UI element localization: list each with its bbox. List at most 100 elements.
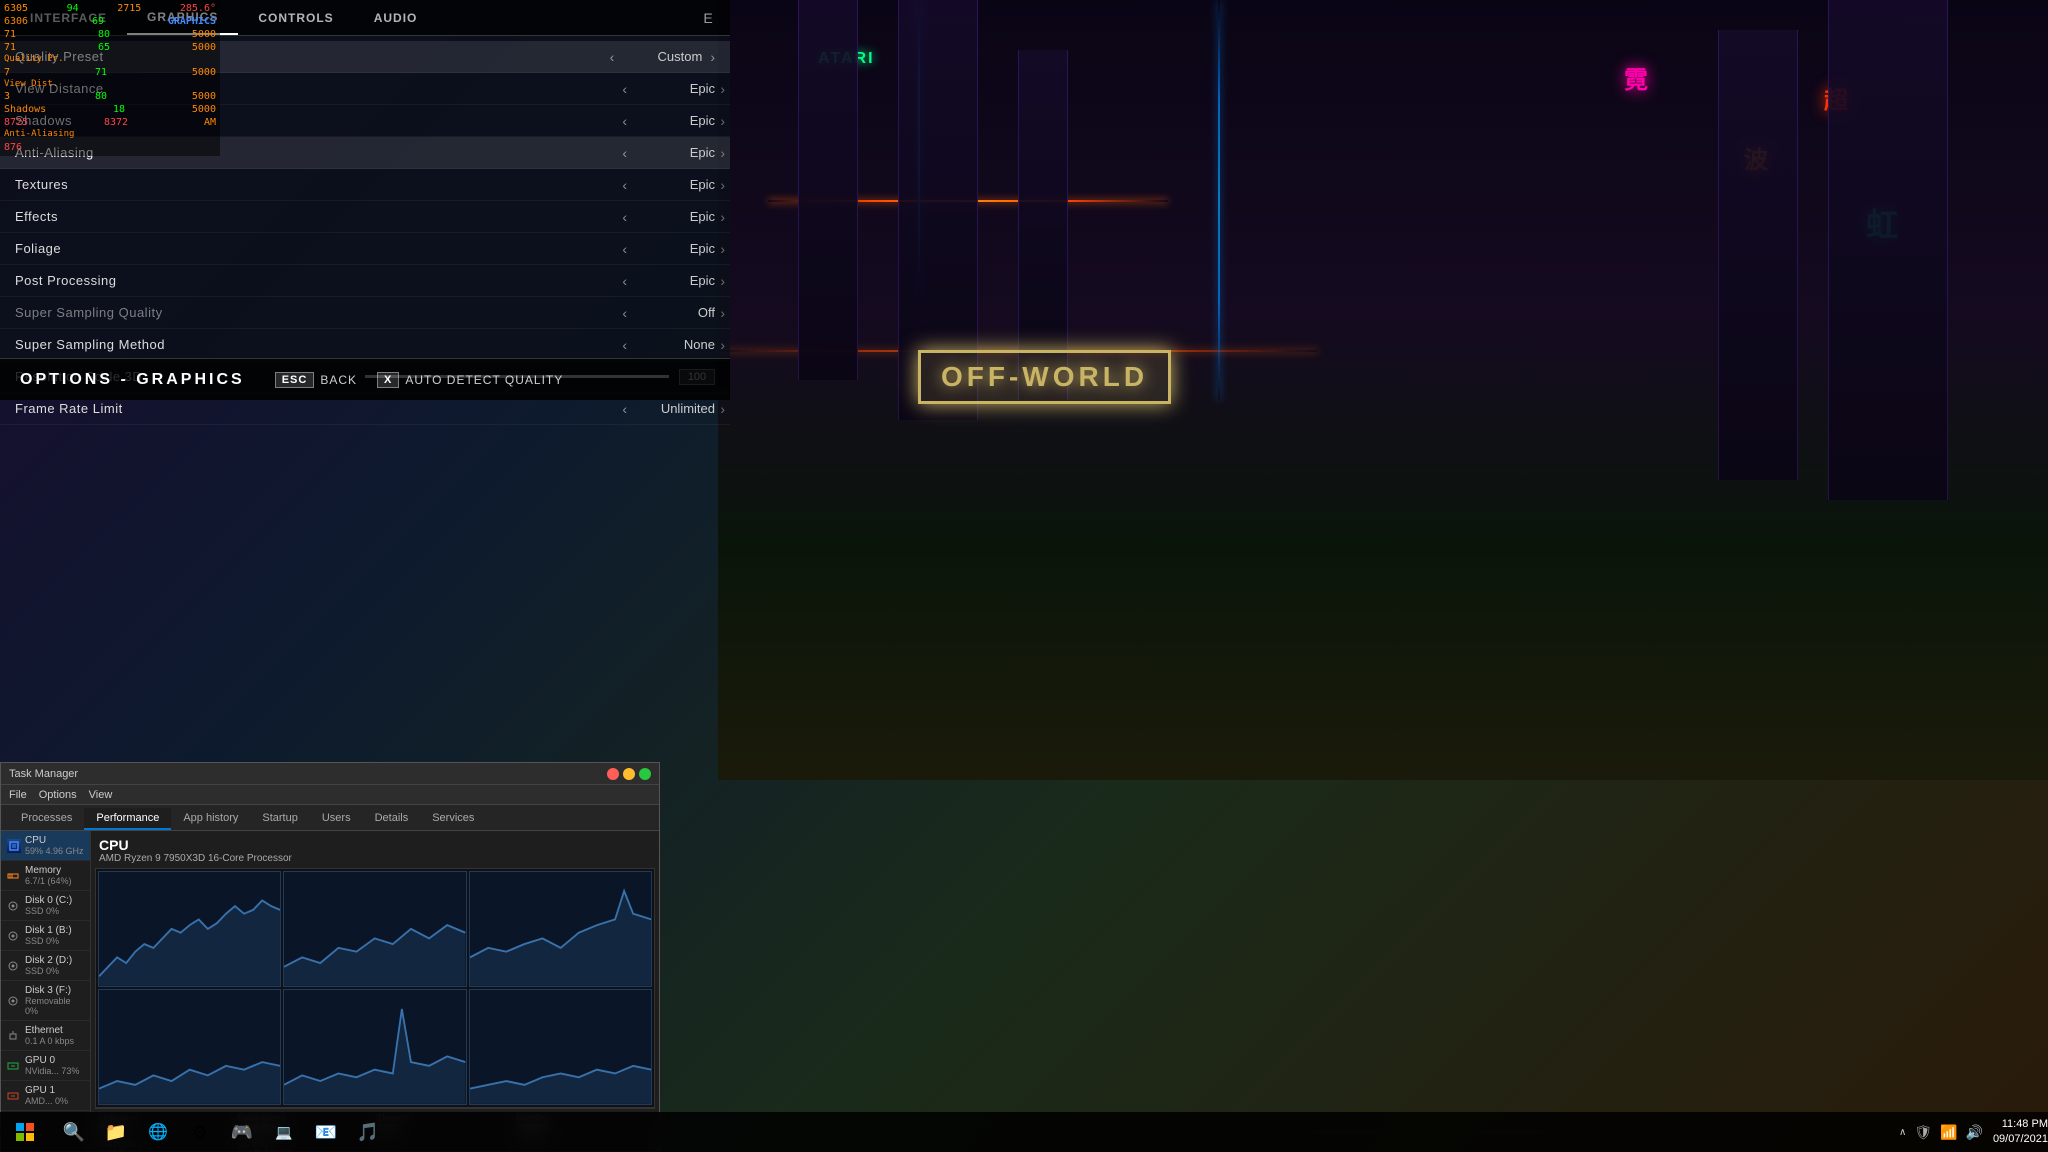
- tray-network-icon: 📶: [1940, 1124, 1957, 1141]
- maximize-window-button[interactable]: [639, 768, 651, 780]
- disk2-sublabel: SSD 0%: [25, 966, 72, 976]
- tm-tab-details[interactable]: Details: [363, 808, 421, 830]
- tm-sidebar-disk3[interactable]: Disk 3 (F:) Removable 0%: [1, 981, 90, 1021]
- post-processing-row[interactable]: Post Processing ‹ Epic ›: [0, 265, 730, 297]
- gpu1-sublabel: AMD... 0%: [25, 1096, 68, 1106]
- task-manager-titlebar: Task Manager: [1, 763, 659, 785]
- disk0-sublabel: SSD 0%: [25, 906, 72, 916]
- tm-tab-services[interactable]: Services: [420, 808, 486, 830]
- city-background: 超 波 霓 虹 ATARI OFF-WORLD: [718, 0, 2048, 780]
- tm-tab-app-history[interactable]: App history: [171, 808, 250, 830]
- super-sampling-method-value: None: [635, 337, 715, 352]
- ethernet-label: Ethernet: [25, 1025, 74, 1036]
- anti-aliasing-left-arrow[interactable]: ‹: [622, 145, 627, 161]
- game-taskbar-icon[interactable]: 🎮: [222, 1112, 262, 1152]
- quality-preset-left-arrow[interactable]: ‹: [610, 49, 615, 65]
- shadows-right-chevron[interactable]: ›: [720, 113, 725, 129]
- tm-file-menu[interactable]: File: [9, 789, 27, 801]
- shadows-value: Epic: [635, 113, 715, 128]
- gpu0-sublabel: NVidia... 73%: [25, 1066, 79, 1076]
- super-sampling-quality-left-arrow[interactable]: ‹: [622, 305, 627, 321]
- tm-sidebar-gpu0[interactable]: GPU 0 NVidia... 73%: [1, 1051, 90, 1081]
- anti-aliasing-value: Epic: [635, 145, 715, 160]
- settings-taskbar-icon[interactable]: ⚙: [180, 1112, 220, 1152]
- textures-left-arrow[interactable]: ‹: [622, 177, 627, 193]
- view-distance-left-arrow[interactable]: ‹: [622, 81, 627, 97]
- start-button[interactable]: [0, 1112, 50, 1152]
- super-sampling-method-left-arrow[interactable]: ‹: [622, 337, 627, 353]
- auto-detect-key-badge: X: [377, 372, 399, 388]
- tray-shield-icon: 🛡: [1914, 1124, 1932, 1141]
- cpu-graph-cell-2: [283, 871, 466, 987]
- super-sampling-method-right-chevron[interactable]: ›: [720, 337, 725, 353]
- tm-sidebar-ethernet[interactable]: Ethernet 0.1 A 0 kbps: [1, 1021, 90, 1051]
- post-processing-left-arrow[interactable]: ‹: [622, 273, 627, 289]
- minimize-window-button[interactable]: [623, 768, 635, 780]
- quality-preset-right-arrow[interactable]: ›: [710, 49, 715, 65]
- browser-taskbar-icon[interactable]: 🌐: [138, 1112, 178, 1152]
- tm-sidebar-memory[interactable]: Memory 6.7/1 (64%): [1, 861, 90, 891]
- page-title: OPTIONS - GRAPHICS: [20, 371, 245, 389]
- disk3-icon: [7, 994, 21, 1008]
- bottom-bar: OPTIONS - GRAPHICS ESC BACK X AUTO DETEC…: [0, 358, 730, 400]
- super-sampling-quality-right-chevron[interactable]: ›: [720, 305, 725, 321]
- tm-tab-startup[interactable]: Startup: [250, 808, 309, 830]
- disk0-label: Disk 0 (C:): [25, 895, 72, 906]
- gpu1-icon: [7, 1089, 21, 1103]
- post-processing-right-chevron[interactable]: ›: [720, 273, 725, 289]
- tm-tab-users[interactable]: Users: [310, 808, 363, 830]
- frame-rate-limit-label: Frame Rate Limit: [15, 401, 622, 416]
- back-key-badge: ESC: [275, 372, 315, 388]
- textures-row[interactable]: Textures ‹ Epic ›: [0, 169, 730, 201]
- auto-detect-button[interactable]: X AUTO DETECT QUALITY: [377, 372, 563, 388]
- tm-tab-performance[interactable]: Performance: [84, 808, 171, 830]
- clock-date: 09/07/2021: [1993, 1132, 2048, 1147]
- email-taskbar-icon[interactable]: 📧: [306, 1112, 346, 1152]
- disk1-icon: [7, 929, 21, 943]
- disk3-label: Disk 3 (F:): [25, 985, 84, 996]
- foliage-right-chevron[interactable]: ›: [720, 241, 725, 257]
- hud-stats-overlay: 6305 94 2715 285.6° 6306 69 GRAPHICS 71 …: [0, 0, 220, 156]
- task-manager-tabs: Processes Performance App history Startu…: [1, 805, 659, 831]
- textures-label: Textures: [15, 177, 622, 192]
- file-explorer-taskbar-icon[interactable]: 📁: [96, 1112, 136, 1152]
- view-distance-right-chevron[interactable]: ›: [720, 81, 725, 97]
- task-manager-menubar: File Options View: [1, 785, 659, 805]
- anti-aliasing-right-chevron[interactable]: ›: [720, 145, 725, 161]
- tm-options-menu[interactable]: Options: [39, 789, 77, 801]
- tm-sidebar-disk2[interactable]: Disk 2 (D:) SSD 0%: [1, 951, 90, 981]
- tm-sidebar-disk0[interactable]: Disk 0 (C:) SSD 0%: [1, 891, 90, 921]
- super-sampling-method-row[interactable]: Super Sampling Method ‹ None ›: [0, 329, 730, 361]
- tab-controls[interactable]: CONTROLS: [238, 0, 353, 35]
- tm-sidebar-cpu[interactable]: CPU 59% 4.96 GHz: [1, 831, 90, 861]
- tm-sidebar-disk1[interactable]: Disk 1 (B:) SSD 0%: [1, 921, 90, 951]
- super-sampling-quality-row[interactable]: Super Sampling Quality ‹ Off ›: [0, 297, 730, 329]
- search-taskbar-icon[interactable]: 🔍: [54, 1112, 94, 1152]
- super-sampling-quality-label: Super Sampling Quality: [15, 305, 622, 320]
- tray-chevron[interactable]: ∧: [1899, 1127, 1906, 1138]
- back-button[interactable]: ESC BACK: [275, 372, 357, 388]
- disk1-label: Disk 1 (B:): [25, 925, 72, 936]
- close-window-button[interactable]: [607, 768, 619, 780]
- taskbar-icons-area: 🔍 📁 🌐 ⚙ 🎮 💻 📧 🎵: [50, 1112, 1889, 1152]
- chinese-sign-3: 霓: [1624, 60, 1648, 95]
- gpu0-label: GPU 0: [25, 1055, 79, 1066]
- taskbar-clock[interactable]: 11:48 PM 09/07/2021: [1993, 1117, 2048, 1148]
- effects-left-arrow[interactable]: ‹: [622, 209, 627, 225]
- tm-view-menu[interactable]: View: [89, 789, 113, 801]
- foliage-row[interactable]: Foliage ‹ Epic ›: [0, 233, 730, 265]
- foliage-left-arrow[interactable]: ‹: [622, 241, 627, 257]
- tray-volume-icon: 🔊: [1966, 1124, 1983, 1141]
- textures-right-chevron[interactable]: ›: [720, 177, 725, 193]
- media-taskbar-icon[interactable]: 🎵: [348, 1112, 388, 1152]
- shadows-left-arrow[interactable]: ‹: [622, 113, 627, 129]
- frame-rate-limit-left-arrow[interactable]: ‹: [622, 401, 627, 417]
- tab-audio[interactable]: AUDIO: [354, 0, 438, 35]
- effects-right-chevron[interactable]: ›: [720, 209, 725, 225]
- effects-row[interactable]: Effects ‹ Epic ›: [0, 201, 730, 233]
- terminal-taskbar-icon[interactable]: 💻: [264, 1112, 304, 1152]
- tm-sidebar-gpu1[interactable]: GPU 1 AMD... 0%: [1, 1081, 90, 1111]
- tm-tab-processes[interactable]: Processes: [9, 808, 84, 830]
- close-button[interactable]: E: [696, 6, 720, 30]
- frame-rate-limit-right-chevron[interactable]: ›: [720, 401, 725, 417]
